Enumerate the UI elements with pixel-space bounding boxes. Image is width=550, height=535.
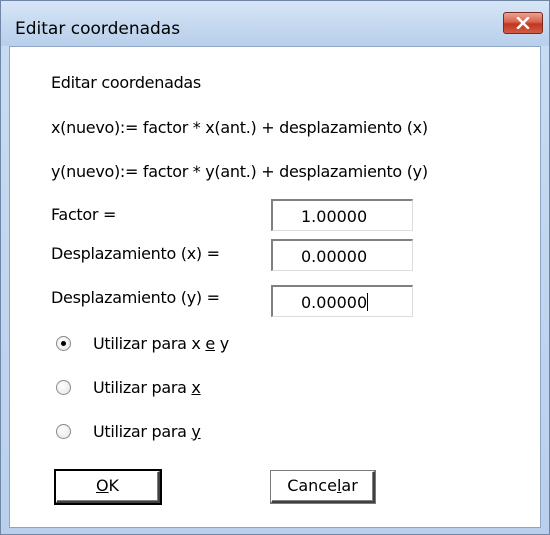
text-caret	[367, 293, 369, 311]
offset-y-value: 0.00000	[301, 293, 368, 312]
dialog-window: Editar coordenadas Editar coordenadas x(…	[0, 0, 550, 535]
factor-label: Factor =	[51, 205, 117, 224]
radio-y-mnemonic: y	[191, 422, 201, 441]
radio-x-mnemonic: x	[191, 378, 201, 397]
radio-both-label[interactable]: Utilizar para x e y	[93, 334, 229, 353]
ok-label: K	[108, 476, 120, 495]
radio-x-text: Utilizar para	[93, 378, 192, 397]
radio-y-text: Utilizar para	[93, 422, 192, 441]
radio-y-label[interactable]: Utilizar para y	[93, 422, 201, 441]
formula-y: y(nuevo):= factor * y(ant.) + desplazami…	[51, 162, 428, 181]
offset-y-input[interactable]: 0.00000	[271, 285, 413, 317]
radio-x-label[interactable]: Utilizar para x	[93, 378, 201, 397]
cancel-button[interactable]: Cancelar	[271, 471, 375, 503]
cancel-label: Cance	[287, 476, 337, 495]
radio-both-text-end: y	[214, 334, 229, 353]
offset-x-value: 0.00000	[301, 247, 368, 266]
close-button[interactable]	[503, 12, 543, 34]
factor-value: 1.00000	[301, 207, 368, 226]
radio-x[interactable]	[56, 380, 71, 395]
radio-both-text: Utilizar para x	[93, 334, 206, 353]
offset-x-input[interactable]: 0.00000	[271, 239, 413, 271]
offset-y-label: Desplazamiento (y) =	[51, 288, 220, 307]
radio-y[interactable]	[56, 424, 71, 439]
dialog-body: Editar coordenadas x(nuevo):= factor * x…	[9, 46, 541, 528]
radio-both[interactable]	[56, 336, 71, 351]
window-title: Editar coordenadas	[15, 19, 181, 39]
radio-selected-dot	[61, 341, 66, 346]
title-bar[interactable]: Editar coordenadas	[1, 1, 549, 46]
factor-input[interactable]: 1.00000	[271, 199, 413, 231]
offset-x-label: Desplazamiento (x) =	[51, 244, 220, 263]
close-icon	[516, 17, 530, 29]
radio-both-mnemonic: e	[205, 334, 215, 353]
formula-x: x(nuevo):= factor * x(ant.) + desplazami…	[51, 118, 428, 137]
cancel-label-end: ar	[341, 476, 358, 495]
ok-button[interactable]: OK	[56, 471, 160, 503]
dialog-heading: Editar coordenadas	[51, 73, 201, 92]
ok-mnemonic: O	[95, 476, 109, 495]
